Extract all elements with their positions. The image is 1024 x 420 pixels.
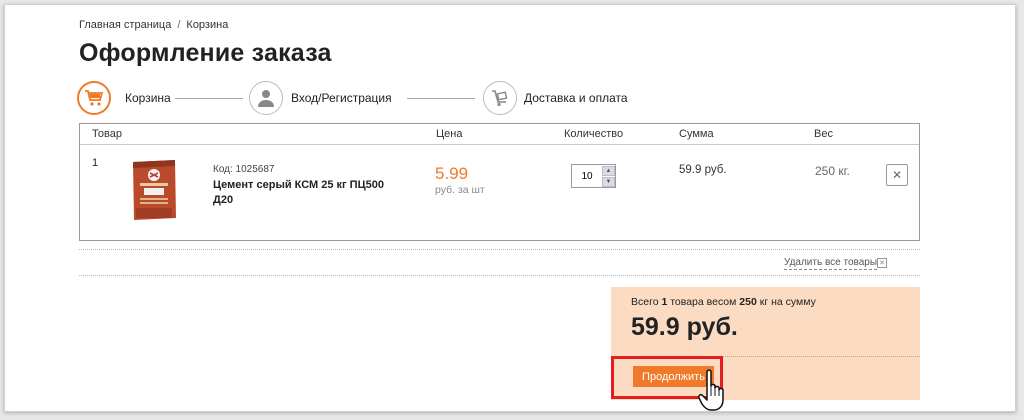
product-code: Код: 1025687 [213,164,275,175]
page-title: Оформление заказа [79,39,332,67]
product-price: 5.99 [435,164,469,183]
row-weight: 250 кг. [815,164,850,178]
user-icon[interactable] [249,81,283,115]
quantity-increase-button[interactable]: ▲ [602,166,615,176]
summary-middle: товара весом [667,296,740,308]
remove-all-link[interactable]: Удалить все товары [784,257,878,270]
browser-frame: Главная страница / Корзина Оформление зака… [4,4,1016,412]
price-unit: руб. за шт [435,184,485,196]
quantity-stepper: ▲ ▼ [571,164,616,188]
step-connector [407,98,475,99]
cart-table: Товар Цена Количество Сумма Вес 1 Код: 1… [79,123,920,241]
delivery-icon[interactable] [483,81,517,115]
header-item: Товар [92,128,122,140]
divider [79,275,920,276]
breadcrumb: Главная страница / Корзина [79,19,228,31]
summary-suffix: кг на сумму [756,296,816,308]
divider [79,249,920,250]
step-delivery-label[interactable]: Доставка и оплата [524,91,628,105]
cart-icon[interactable] [77,81,111,115]
product-name-link[interactable]: Цемент серый КСМ 25 кг ПЦ500 Д20 [213,178,393,208]
step-connector [175,98,243,99]
quantity-decrease-button[interactable]: ▼ [602,177,615,187]
summary-weight: 250 [739,296,757,308]
summary-prefix: Всего [631,296,662,308]
order-total: 59.9 руб. [631,313,738,341]
header-sum: Сумма [679,128,714,140]
close-icon: ✕ [891,168,903,182]
header-price: Цена [436,128,463,140]
remove-all-icon[interactable]: ✕ [877,258,887,268]
breadcrumb-separator: / [177,19,181,31]
remove-item-button[interactable]: ✕ [886,164,908,186]
step-login-label[interactable]: Вход/Регистрация [291,91,392,105]
breadcrumb-current: Корзина [186,19,229,31]
header-divider [80,144,919,145]
checkout-steps: Корзина Вход/Регистрация Доставка и опла… [77,81,777,115]
summary-text: Всего 1 товара весом 250 кг на сумму [631,296,816,308]
header-quantity: Количество [564,128,624,140]
step-cart-label[interactable]: Корзина [125,91,171,105]
breadcrumb-home-link[interactable]: Главная страница [79,19,171,31]
row-sum: 59.9 руб. [679,164,727,176]
quantity-input[interactable] [572,165,602,187]
checkout-page: Главная страница / Корзина Оформление зака… [59,5,941,411]
product-image[interactable] [130,158,178,222]
hand-cursor-icon [698,369,724,411]
header-weight: Вес [814,128,833,140]
row-number: 1 [92,157,99,169]
